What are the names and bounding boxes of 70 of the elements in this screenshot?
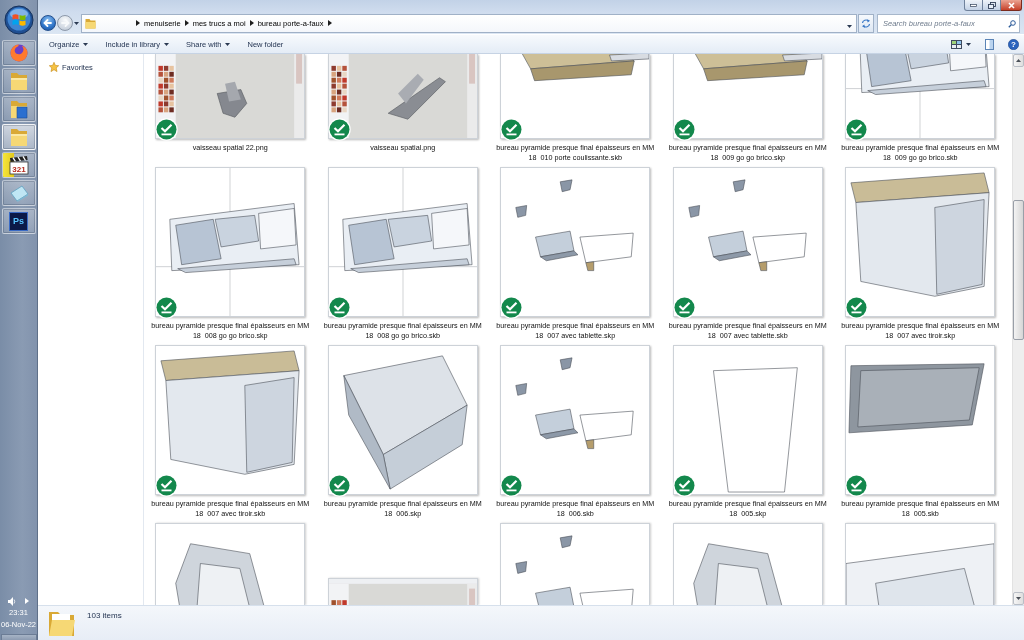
- close-icon: [1007, 1, 1015, 9]
- restore-icon: [987, 1, 996, 9]
- file-thumbnail[interactable]: [672, 523, 823, 605]
- file-thumbnail[interactable]: [500, 523, 651, 605]
- arrow-icon: [25, 598, 29, 604]
- caret-icon: [966, 42, 971, 46]
- file-thumbnail[interactable]: [327, 345, 478, 495]
- taskbar-button[interactable]: [1, 124, 36, 150]
- preview-pane-button[interactable]: [983, 36, 996, 52]
- refresh-button[interactable]: [858, 13, 874, 33]
- folder-icon: [85, 17, 96, 29]
- file-thumbnail[interactable]: [672, 167, 823, 317]
- file-thumbnail[interactable]: [500, 167, 651, 317]
- folder-icon: [9, 71, 28, 91]
- taskbar-button[interactable]: Ps: [1, 208, 36, 234]
- restore-button[interactable]: [983, 0, 1001, 11]
- star-icon: [49, 62, 59, 72]
- file-thumbnail[interactable]: [327, 578, 478, 605]
- caret-icon: [74, 21, 79, 25]
- file-thumbnail[interactable]: [155, 54, 306, 139]
- file-thumbnail[interactable]: [845, 345, 996, 495]
- speaker-icon: [8, 596, 16, 606]
- scrollbar-thumb[interactable]: [1013, 200, 1024, 340]
- caret-icon[interactable]: [847, 25, 852, 28]
- file-thumbnail[interactable]: [845, 523, 996, 605]
- orb-icon: [3, 4, 34, 35]
- file-thumbnail[interactable]: [155, 345, 306, 495]
- note-icon: [8, 184, 29, 202]
- close-button[interactable]: [1001, 0, 1022, 11]
- arrow-icon[interactable]: [136, 20, 140, 26]
- file-thumbnail[interactable]: [845, 167, 996, 317]
- back-button[interactable]: [40, 15, 56, 31]
- preview-pane-icon: [985, 38, 994, 50]
- file-thumbnail[interactable]: [500, 345, 651, 495]
- file-thumbnail[interactable]: [672, 345, 823, 495]
- scroll-down-button[interactable]: [1013, 592, 1024, 605]
- fox-globe-icon: [8, 43, 29, 63]
- show-desktop-button[interactable]: [0, 634, 37, 640]
- file-thumbnail[interactable]: [327, 167, 478, 317]
- file-thumbnail[interactable]: [155, 523, 306, 605]
- scroll-up-button[interactable]: [1013, 54, 1024, 67]
- minimize-button[interactable]: [964, 0, 983, 11]
- help-button[interactable]: ?: [1006, 36, 1021, 52]
- taskbar-button[interactable]: [1, 40, 36, 66]
- file-thumbnail[interactable]: [327, 54, 478, 139]
- recent-pages-button[interactable]: [73, 21, 80, 25]
- caret-icon: [1016, 59, 1021, 62]
- folder-document-icon: [9, 99, 28, 119]
- file-thumbnail[interactable]: [845, 54, 996, 139]
- caret-icon: [1016, 597, 1021, 600]
- view-icon: [951, 39, 962, 49]
- file-thumbnail[interactable]: [500, 54, 651, 139]
- refresh-icon: [861, 18, 871, 28]
- arrow-icon[interactable]: [249, 20, 254, 26]
- arrow-icon[interactable]: [184, 20, 189, 26]
- forward-arrow-icon: [60, 18, 70, 28]
- taskbar-button[interactable]: 321: [1, 152, 36, 178]
- file-thumbnail[interactable]: [672, 54, 823, 139]
- folder-icon: [9, 127, 28, 147]
- volume-button[interactable]: [8, 596, 16, 606]
- taskbar-button[interactable]: [1, 180, 36, 206]
- back-arrow-icon: [43, 18, 53, 28]
- taskbar-button[interactable]: [1, 68, 36, 94]
- arrow-icon[interactable]: [327, 20, 332, 26]
- search-icon[interactable]: [1008, 19, 1016, 28]
- item-count: 103 items: [87, 611, 122, 620]
- minimize-icon: [970, 3, 977, 7]
- show-hidden-icons-button[interactable]: [25, 598, 29, 604]
- file-thumbnail[interactable]: [155, 167, 306, 317]
- taskbar-button[interactable]: [1, 96, 36, 122]
